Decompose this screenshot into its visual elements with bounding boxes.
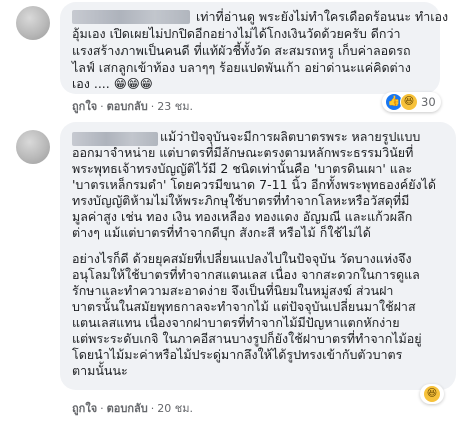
comment-text-line: แม้ว่าปัจจุบันจะมีการผลิตบาตรพระ หลายรูป… [160, 129, 421, 144]
comment-text-line: แต่พระระดับเกจิ ในภาคอีสานบางรูปก็ยังใช้… [72, 331, 422, 346]
comment-text-line: เอง .... 😁😁😁 [72, 76, 153, 91]
reply-button[interactable]: ตอบกลับ [107, 100, 148, 113]
reaction-summary[interactable]: 👍 😆 30 [382, 92, 441, 112]
commenter-avatar[interactable] [16, 6, 50, 40]
like-button[interactable]: ถูกใจ [72, 100, 97, 113]
commenter-avatar[interactable] [16, 130, 50, 164]
comment-bubble: เท่าที่อ่านดู พระยังไม่ทำใครเดือดร้อนนะ … [60, 2, 448, 94]
reaction-summary[interactable]: 😆 [420, 384, 444, 404]
comment-text-line: แรงสร้างภาพเป็นคนดี ที่แท้ผัวชี้ทั้งวัด … [72, 43, 411, 58]
commenter-name[interactable] [72, 10, 190, 24]
comment-text-line: มูลค่าสูง เช่น ทอง เงิน ทองเหลือง ทองแดง… [72, 209, 413, 224]
reaction-count: 30 [421, 95, 436, 109]
comment-actions: ถูกใจ · ตอบกลับ · 23 ชม. [72, 100, 193, 113]
comment-text-line: บาตรนั้นในสมัยพุทธกาลจะทำจากไม้ แต่ปัจจุ… [72, 299, 416, 314]
comment-text-line: อย่างไรก็ดี ด้วยยุคสมัยที่เปลี่ยนแปลงไปใ… [72, 251, 412, 266]
comment-text-line: ไลฟ์ เสกลูกเข้าท้อง บลาๆๆ ร้อยแปดพันเก้า… [72, 60, 411, 75]
comment-text-line: อุ้มเอง เปิดเผยไม่ปกปิดอีกอย่างไม่ได้โกง… [72, 26, 401, 41]
comment-text-line: ตามนั้นนะ [72, 363, 128, 378]
comment-text-line: อนุโลมให้ใช้บาตรที่ทำจากสแตนเลส เนื่อง จ… [72, 267, 420, 282]
comment-text-line: ออกมาจำหน่าย แต่บาตรที่มีลักษณะตรงตามหลั… [72, 145, 414, 160]
reply-button[interactable]: ตอบกลับ [107, 402, 148, 415]
haha-icon: 😆 [400, 93, 418, 111]
comment-text-line: โดยนำไม้มะค่าหรือไม้ประดู่มากลึงให้ได้รู… [72, 347, 403, 362]
comment-bubble: แม้ว่าปัจจุบันจะมีการผลิตบาตรพระ หลายรูป… [60, 122, 456, 390]
comment-text-line: 'บาตรเหล็กรมดำ' โดยควรมีขนาด 7-11 นิ้ว อ… [72, 177, 437, 192]
comment-text-line: ทรงบัญญัติห้ามไม่ให้พระภิกษุใช้บาตรที่ทำ… [72, 193, 410, 208]
comment-actions: ถูกใจ · ตอบกลับ · 20 ชม. [72, 402, 193, 415]
comment-text-line: แตนเลสแทน เนื่องจากฝาบาตรที่ทำจากไม้มีปั… [72, 315, 400, 330]
comment-timestamp[interactable]: 20 ชม. [157, 402, 193, 415]
comment-text-line: รักษาและทำความสะอาดง่าย จึงเป็นที่นิยมใน… [72, 283, 394, 298]
comment-text-line: เท่าที่อ่านดู พระยังไม่ทำใครเดือดร้อนนะ … [196, 9, 449, 24]
comment-text-line: ต่างๆ แม้แต่บาตรที่ทำจากดีบุก สังกะสี หร… [72, 225, 371, 240]
comment-timestamp[interactable]: 23 ชม. [157, 100, 193, 113]
comment-text-line: พระพุทธเจ้าทรงบัญญัติไว้มี 2 ชนิดเท่านั้… [72, 161, 413, 176]
like-button[interactable]: ถูกใจ [72, 402, 97, 415]
haha-icon: 😆 [423, 385, 441, 403]
